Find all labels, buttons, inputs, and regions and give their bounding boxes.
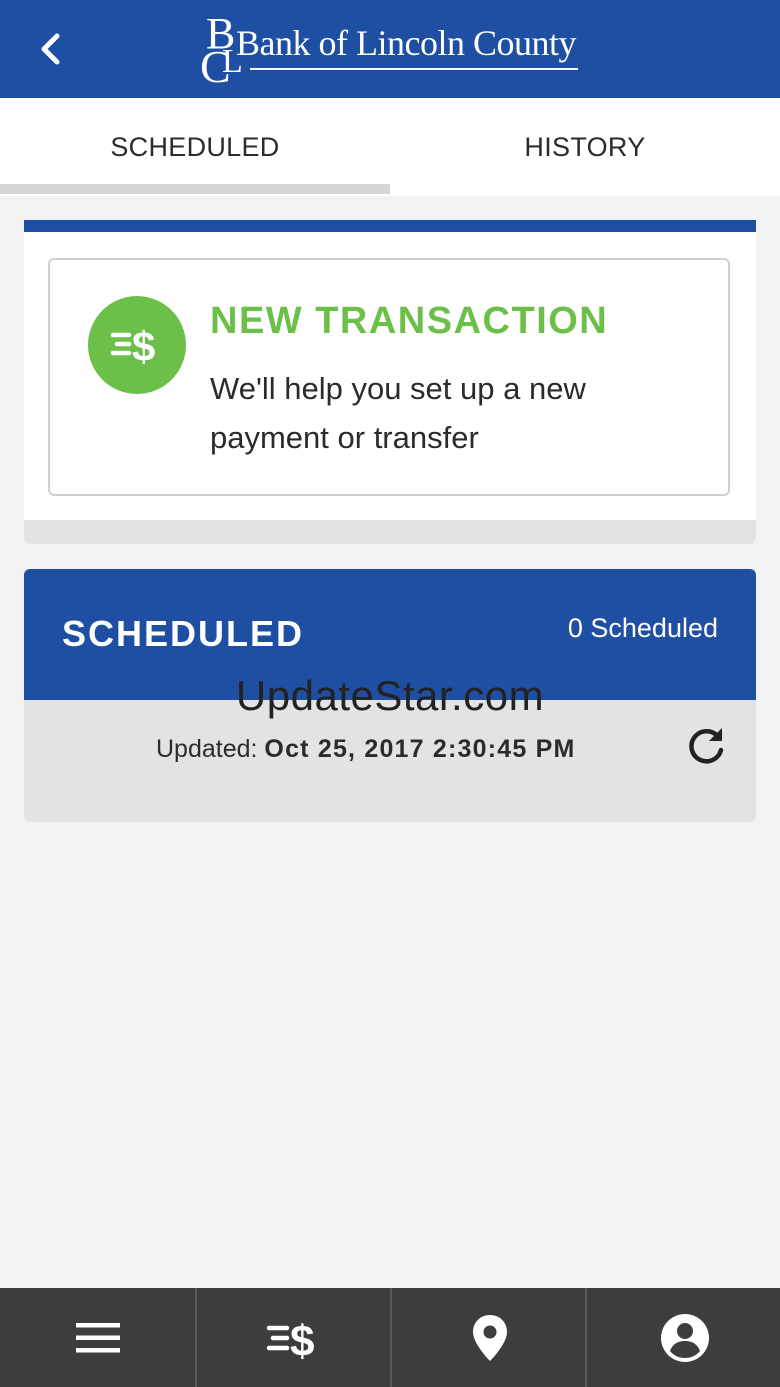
refresh-icon <box>689 728 724 764</box>
nav-transfers[interactable]: $ <box>197 1288 392 1387</box>
scheduled-count: 0 Scheduled <box>567 613 718 643</box>
tab-history[interactable]: HISTORY <box>390 98 780 196</box>
account-icon <box>660 1313 709 1362</box>
new-transaction-icon-circle: $ <box>88 296 186 394</box>
new-transaction-description: We'll help you set up a new payment or t… <box>210 371 586 455</box>
new-transaction-card: $ NEW TRANSACTION We'll help you set up … <box>24 220 756 544</box>
svg-text:$: $ <box>290 1317 314 1365</box>
active-tab-indicator <box>0 184 390 194</box>
transfer-dollar-icon: $ <box>266 1317 314 1365</box>
app-header: B C L Bank of Lincoln County <box>0 0 780 98</box>
bank-name: Bank of Lincoln County <box>236 23 576 63</box>
chevron-left-icon <box>41 33 60 65</box>
location-pin-icon <box>472 1314 507 1361</box>
back-button[interactable] <box>28 24 72 74</box>
watermark: UpdateStar.com <box>235 672 545 719</box>
updated-label: Updated: <box>156 735 258 763</box>
bottom-nav: $ <box>0 1288 780 1387</box>
updated-date: Oct 25, 2017 2:30:45 PM <box>264 735 576 763</box>
new-transaction-title: NEW TRANSACTION <box>210 300 609 342</box>
tab-scheduled[interactable]: SCHEDULED <box>0 98 390 196</box>
scheduled-title: SCHEDULED <box>62 613 305 654</box>
nav-menu[interactable] <box>0 1288 195 1387</box>
transfer-dollar-icon: $ <box>110 323 155 370</box>
new-transaction-card-body: $ NEW TRANSACTION We'll help you set up … <box>24 220 756 520</box>
nav-locations[interactable] <box>392 1288 587 1387</box>
updated-timestamp: Updated: Oct 25, 2017 2:30:45 PM <box>156 735 576 764</box>
bank-logo: B C L Bank of Lincoln County <box>200 10 590 88</box>
menu-icon <box>75 1322 120 1352</box>
new-transaction-button[interactable]: $ NEW TRANSACTION We'll help you set up … <box>48 258 730 496</box>
nav-account[interactable] <box>587 1288 780 1387</box>
tab-bar: SCHEDULED HISTORY <box>0 98 780 196</box>
logo-underline <box>250 68 578 70</box>
refresh-button[interactable] <box>682 723 730 771</box>
svg-text:$: $ <box>132 323 155 370</box>
